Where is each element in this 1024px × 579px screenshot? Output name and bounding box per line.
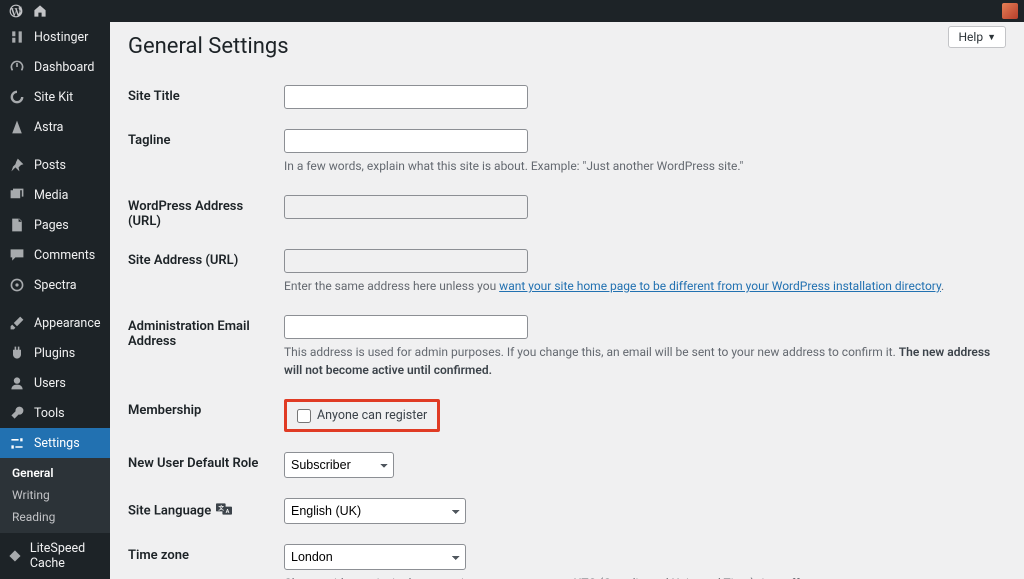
sidebar-item-label: Media	[34, 188, 68, 203]
pin-icon	[8, 156, 26, 174]
tagline-input[interactable]	[284, 129, 528, 153]
sidebar-item-label: Users	[34, 376, 66, 391]
admin-email-desc: This address is used for admin purposes.…	[284, 343, 1006, 379]
default-role-label: New User Default Role	[128, 444, 284, 490]
submenu-item-writing[interactable]: Writing	[0, 484, 110, 506]
wpurl-input[interactable]	[284, 195, 528, 219]
wpurl-label: WordPress Address (URL)	[128, 187, 284, 241]
sliders-icon	[8, 434, 26, 452]
siteurl-desc: Enter the same address here unless you w…	[284, 277, 1006, 295]
admin-sidebar: Hostinger Dashboard Site Kit Astra Posts…	[0, 22, 110, 579]
sidebar-item-litespeed-cache[interactable]: LiteSpeed Cache	[0, 533, 110, 579]
brush-icon	[8, 314, 26, 332]
submenu-item-reading[interactable]: Reading	[0, 506, 110, 528]
sitekit-icon	[8, 88, 26, 106]
wordpress-logo-icon[interactable]	[6, 1, 26, 21]
siteurl-label: Site Address (URL)	[128, 241, 284, 307]
site-title-label: Site Title	[128, 77, 284, 121]
page-title: General Settings	[128, 34, 1006, 59]
sidebar-item-pages[interactable]: Pages	[0, 210, 110, 240]
sidebar-item-dashboard[interactable]: Dashboard	[0, 52, 110, 82]
sidebar-item-label: Astra	[34, 120, 64, 135]
sidebar-item-label: Settings	[34, 436, 80, 451]
sidebar-item-astra[interactable]: Astra	[0, 112, 110, 142]
timezone-label: Time zone	[128, 536, 284, 579]
admin-email-label: Administration Email Address	[128, 307, 284, 391]
sidebar-item-label: Plugins	[34, 346, 75, 361]
sidebar-item-label: Spectra	[34, 278, 77, 293]
admin-bar	[0, 0, 1024, 22]
site-language-select[interactable]: English (UK)	[284, 498, 466, 524]
sidebar-item-plugins[interactable]: Plugins	[0, 338, 110, 368]
sidebar-item-label: Site Kit	[34, 90, 73, 105]
chevron-down-icon: ▼	[987, 32, 996, 43]
wrench-icon	[8, 404, 26, 422]
help-tab[interactable]: Help▼	[948, 26, 1006, 48]
sidebar-item-settings[interactable]: Settings	[0, 428, 110, 458]
site-title-input[interactable]	[284, 85, 528, 109]
sidebar-item-label: Comments	[34, 248, 95, 263]
siteurl-help-link[interactable]: want your site home page to be different…	[499, 279, 941, 293]
sidebar-item-sitekit[interactable]: Site Kit	[0, 82, 110, 112]
media-icon	[8, 186, 26, 204]
pages-icon	[8, 216, 26, 234]
sidebar-item-media[interactable]: Media	[0, 180, 110, 210]
membership-label: Membership	[128, 391, 284, 444]
sidebar-item-label: LiteSpeed Cache	[30, 541, 102, 571]
content-area: Help▼ General Settings Site Title Taglin…	[110, 22, 1024, 579]
anyone-can-register-checkbox[interactable]	[297, 409, 311, 423]
sidebar-item-label: Hostinger	[34, 30, 88, 45]
tagline-desc: In a few words, explain what this site i…	[284, 157, 1006, 175]
sidebar-item-label: Tools	[34, 406, 65, 421]
translate-icon: 文A	[216, 502, 232, 520]
sidebar-item-label: Appearance	[34, 316, 101, 331]
plug-icon	[8, 344, 26, 362]
sidebar-item-label: Pages	[34, 218, 69, 233]
comments-icon	[8, 246, 26, 264]
sidebar-item-posts[interactable]: Posts	[0, 150, 110, 180]
svg-text:A: A	[226, 509, 230, 515]
sidebar-item-users[interactable]: Users	[0, 368, 110, 398]
sidebar-item-label: Dashboard	[34, 60, 94, 75]
hostinger-icon	[8, 28, 26, 46]
sidebar-item-appearance[interactable]: Appearance	[0, 308, 110, 338]
sidebar-item-tools[interactable]: Tools	[0, 398, 110, 428]
tagline-label: Tagline	[128, 121, 284, 187]
dashboard-icon	[8, 58, 26, 76]
submenu-item-general[interactable]: General	[0, 462, 110, 484]
users-icon	[8, 374, 26, 392]
siteurl-input[interactable]	[284, 249, 528, 273]
astra-icon	[8, 118, 26, 136]
sidebar-item-spectra[interactable]: Spectra	[0, 270, 110, 300]
spectra-icon	[8, 276, 26, 294]
home-icon[interactable]	[30, 1, 50, 21]
sidebar-item-comments[interactable]: Comments	[0, 240, 110, 270]
admin-email-input[interactable]	[284, 315, 528, 339]
membership-highlight: Anyone can register	[284, 399, 440, 432]
user-avatar[interactable]	[1002, 3, 1018, 19]
site-language-label: Site Language 文A	[128, 490, 284, 536]
anyone-can-register-label: Anyone can register	[317, 408, 427, 423]
sidebar-item-hostinger[interactable]: Hostinger	[0, 22, 110, 52]
timezone-desc: Choose either a city in the same time zo…	[284, 574, 1006, 579]
default-role-select[interactable]: Subscriber	[284, 452, 394, 478]
timezone-select[interactable]: London	[284, 544, 466, 570]
litespeed-icon	[8, 547, 22, 565]
sidebar-item-label: Posts	[34, 158, 66, 173]
